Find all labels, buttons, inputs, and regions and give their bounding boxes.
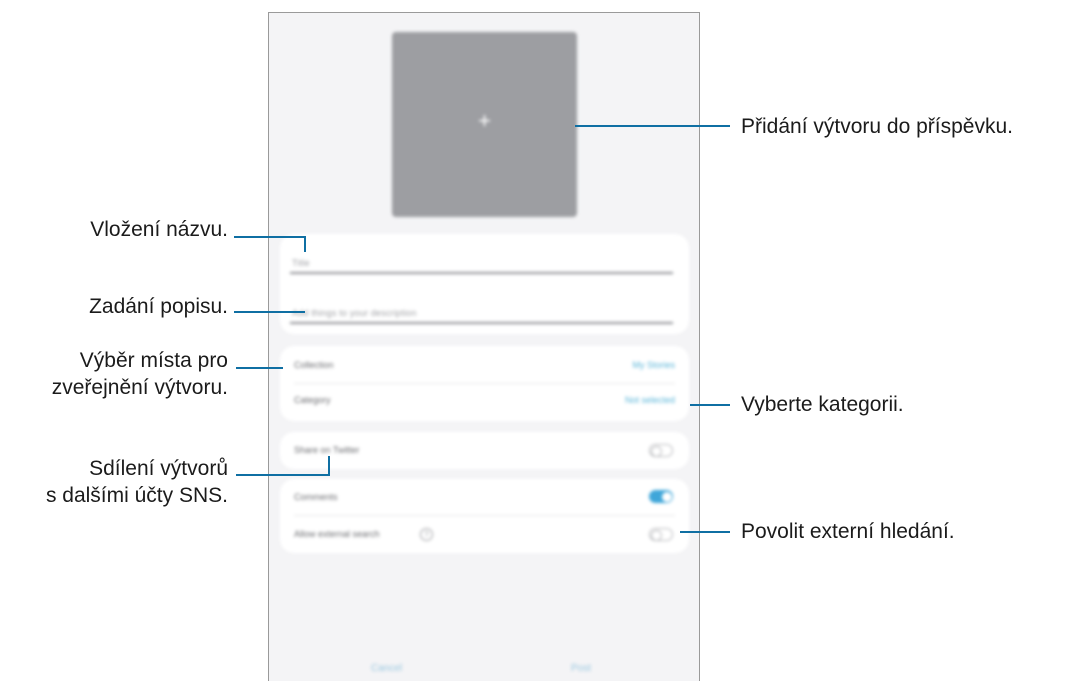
callout-enter-description: Zadání popisu. (89, 295, 228, 318)
divider (294, 383, 675, 384)
external-search-toggle[interactable] (649, 528, 673, 541)
category-value[interactable]: Not selected (625, 395, 675, 405)
share-card: Share on Twitter (280, 432, 689, 469)
leader-line-place (236, 367, 283, 369)
toggle-knob (651, 529, 662, 541)
leader-line-category (690, 404, 730, 406)
title-input[interactable]: Title (292, 258, 310, 268)
title-underline (290, 272, 673, 274)
phone-screen: + Title Add things to your description C… (268, 12, 700, 681)
text-fields-card: Title Add things to your description (280, 234, 689, 334)
external-search-label: Allow external search (294, 529, 380, 539)
comments-label: Comments (294, 492, 338, 502)
callout-add-creation: Přidání výtvoru do příspěvku. (741, 115, 1013, 138)
leader-line-add (575, 125, 730, 127)
collection-label: Collection (294, 360, 334, 370)
plus-icon: + (478, 108, 491, 133)
collection-category-card: Collection My Stories Category Not selec… (280, 346, 689, 421)
post-button[interactable]: Post (571, 663, 591, 674)
callout-allow-external: Povolit externí hledání. (741, 520, 955, 543)
divider (294, 515, 675, 516)
leader-line-share (236, 474, 330, 476)
collection-value[interactable]: My Stories (632, 360, 675, 370)
callout-choose-place: Výběr místa pro zveřejnění výtvoru. (52, 347, 228, 401)
callout-share-line1: Sdílení výtvorů (89, 457, 228, 480)
cancel-button[interactable]: Cancel (371, 663, 402, 674)
toggle-knob (661, 491, 672, 502)
toggle-knob (651, 445, 662, 457)
callout-choose-category: Vyberte kategorii. (741, 393, 904, 416)
callout-choose-place-line2: zveřejnění výtvoru. (51, 376, 228, 399)
share-toggle[interactable] (649, 444, 673, 457)
add-creation-area[interactable]: + (392, 32, 577, 217)
leader-line-description (234, 311, 305, 313)
description-underline (290, 322, 673, 324)
leader-line-external (680, 531, 730, 533)
category-label: Category (294, 395, 331, 405)
leader-line-title-drop (304, 236, 306, 252)
share-label: Share on Twitter (294, 445, 360, 455)
callout-share: Sdílení výtvorů s dalšími účty SNS. (46, 455, 228, 509)
leader-line-share-rise (328, 456, 330, 476)
callout-choose-place-line1: Výběr místa pro (79, 349, 228, 372)
leader-line-title (234, 236, 306, 238)
callout-enter-title: Vložení názvu. (90, 218, 228, 241)
help-icon[interactable]: ? (420, 528, 433, 541)
callout-share-line2: s dalšími účty SNS. (45, 484, 228, 507)
options-card: Comments Allow external search ? (280, 479, 689, 553)
comments-toggle[interactable] (649, 490, 673, 503)
description-input[interactable]: Add things to your description (292, 308, 417, 318)
